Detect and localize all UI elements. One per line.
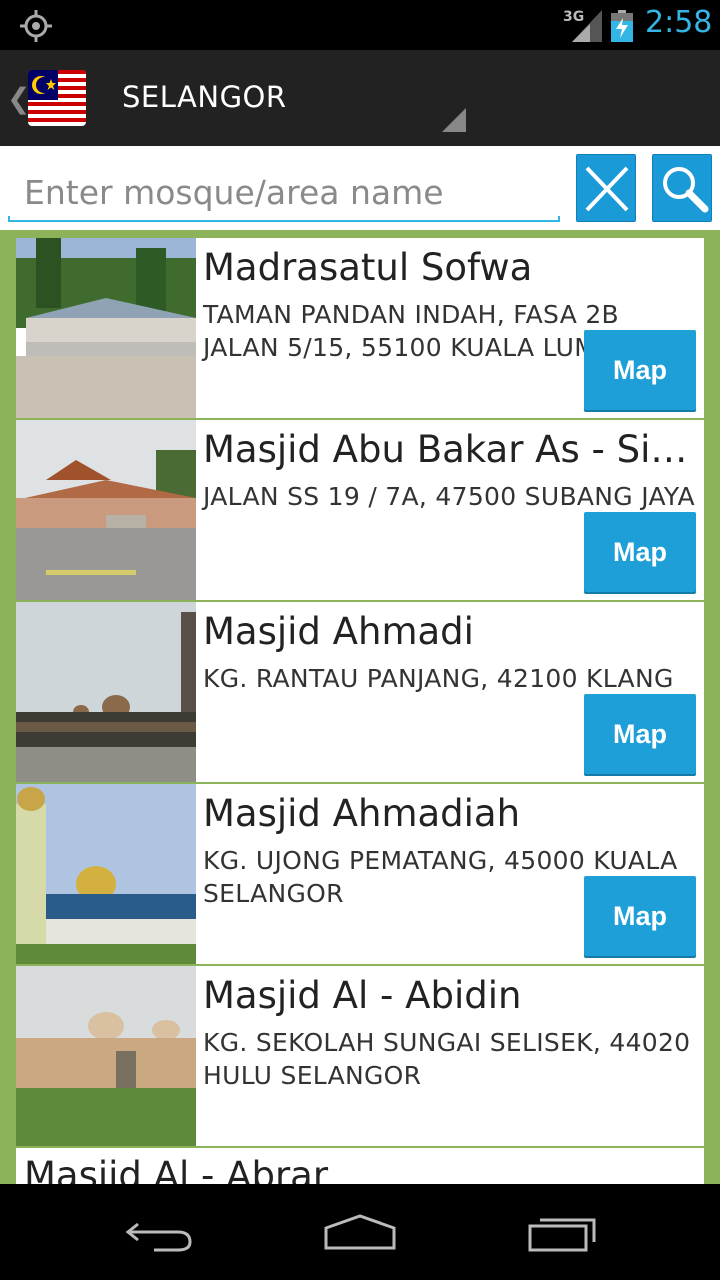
region-title[interactable]: SELANGOR (122, 80, 287, 114)
mosque-name: Masjid Ahmadiah (203, 792, 521, 835)
mosque-list: Madrasatul Sofwa TAMAN PANDAN INDAH, FAS… (0, 230, 720, 1184)
gps-icon (20, 10, 52, 42)
list-item[interactable]: Masjid Ahmadi KG. RANTAU PANJANG, 42100 … (16, 602, 704, 782)
search-input[interactable] (8, 164, 560, 220)
mosque-photo (16, 420, 196, 600)
signal-icon (572, 10, 602, 42)
mosque-photo (16, 238, 196, 418)
map-button[interactable]: Map (584, 876, 696, 956)
mosque-photo (16, 784, 196, 964)
list-item[interactable]: Madrasatul Sofwa TAMAN PANDAN INDAH, FAS… (16, 238, 704, 418)
list-item[interactable]: Masjid Al - Abrar (16, 1148, 704, 1184)
map-button[interactable]: Map (584, 512, 696, 592)
mosque-address: KG. RANTAU PANJANG, 42100 KLANG (203, 664, 674, 693)
clock: 2:58 (645, 5, 713, 40)
list-item[interactable]: Masjid Ahmadiah KG. UJONG PEMATANG, 4500… (16, 784, 704, 964)
mosque-name: Masjid Al - Abidin (203, 974, 522, 1017)
search-icon (663, 167, 709, 213)
search-input-underline (8, 216, 560, 222)
spinner-dropdown-icon[interactable] (442, 108, 466, 132)
nav-recent-apps-icon[interactable] (526, 1210, 598, 1254)
search-row (0, 146, 720, 230)
list-item[interactable]: Masjid Abu Bakar As - Sid… JALAN SS 19 /… (16, 420, 704, 600)
status-bar: 3G 2:58 (0, 0, 720, 50)
mosque-address: JALAN SS 19 / 7A, 47500 SUBANG JAYA (203, 482, 695, 511)
clear-button[interactable] (576, 154, 636, 222)
action-bar: ❮ SELANGOR (0, 50, 720, 146)
back-chevron-icon[interactable]: ❮ (7, 82, 30, 115)
mosque-photo (16, 966, 196, 1146)
malaysia-flag-icon[interactable] (28, 70, 86, 126)
map-button[interactable]: Map (584, 330, 696, 410)
mosque-name: Masjid Ahmadi (203, 610, 474, 653)
mosque-photo (16, 602, 196, 782)
mosque-name: Madrasatul Sofwa (203, 246, 533, 289)
mosque-address: KG. SEKOLAH SUNGAI SELISEK, 44020 HULU S… (203, 1028, 691, 1090)
battery-charging-icon (611, 10, 633, 42)
navigation-bar (0, 1184, 720, 1280)
mosque-name: Masjid Al - Abrar (24, 1154, 329, 1184)
mosque-name: Masjid Abu Bakar As - Sid… (203, 428, 698, 471)
map-button[interactable]: Map (584, 694, 696, 774)
search-button[interactable] (652, 154, 712, 222)
close-icon (585, 166, 629, 212)
nav-back-icon[interactable] (124, 1214, 196, 1254)
nav-home-icon[interactable] (322, 1212, 398, 1252)
list-item[interactable]: Masjid Al - Abidin KG. SEKOLAH SUNGAI SE… (16, 966, 704, 1146)
